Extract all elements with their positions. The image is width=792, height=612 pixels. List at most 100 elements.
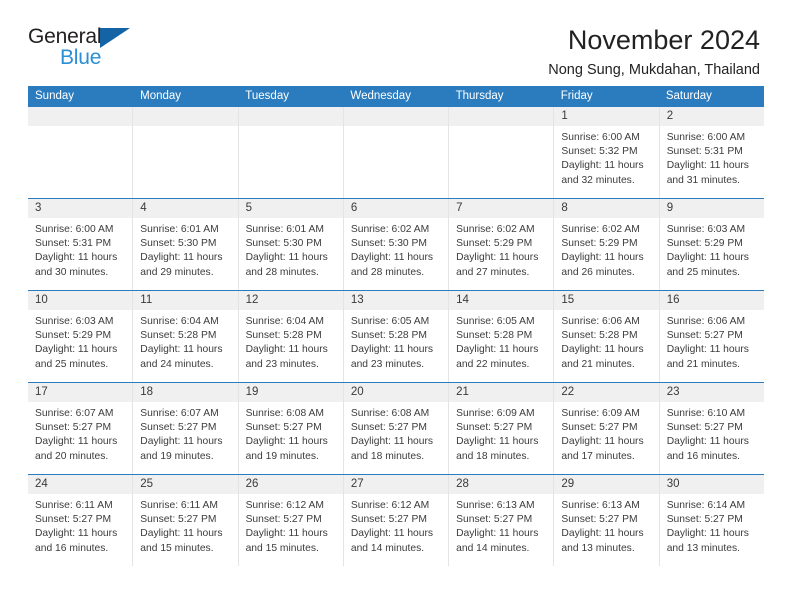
day-number: 1 (554, 107, 659, 126)
daylight-text: Daylight: 11 hours and 31 minutes. (666, 160, 749, 186)
calendar-day-cell[interactable]: 21 Sunrise: 6:09 AM Sunset: 5:27 PM Dayligh… (449, 383, 555, 474)
sunrise-text: Sunrise: 6:10 AM (666, 408, 746, 419)
calendar-day-cell[interactable]: 27 Sunrise: 6:12 AM Sunset: 5:27 PM Dayligh… (343, 475, 450, 566)
day-sun-info: Sunrise: 6:08 AM Sunset: 5:27 PM Daylight:… (239, 402, 343, 464)
calendar-day-cell[interactable]: 4 Sunrise: 6:01 AM Sunset: 5:30 PM Daylight… (133, 199, 239, 290)
calendar-day-cell[interactable]: 24 Sunrise: 6:11 AM Sunset: 5:27 PM Dayligh… (28, 475, 134, 566)
calendar-day-cell[interactable]: 19 Sunrise: 6:08 AM Sunset: 5:27 PM Dayligh… (238, 383, 344, 474)
day-number: 6 (343, 199, 449, 218)
sunrise-text: Sunrise: 6:05 AM (350, 316, 430, 327)
calendar-day-cell[interactable]: 30 Sunrise: 6:14 AM Sunset: 5:27 PM Dayligh… (659, 475, 764, 566)
day-sun-info: Sunrise: 6:02 AM Sunset: 5:30 PM Daylight:… (344, 218, 448, 280)
day-number (343, 107, 449, 126)
calendar-day-cell[interactable]: 11 Sunrise: 6:04 AM Sunset: 5:28 PM Dayligh… (133, 291, 239, 382)
calendar-day-cell[interactable]: 13 Sunrise: 6:05 AM Sunset: 5:28 PM Dayligh… (343, 291, 450, 382)
day-number: 24 (28, 475, 133, 494)
sunset-text: Sunset: 5:27 PM (456, 422, 533, 434)
calendar-day-cell[interactable]: 14 Sunrise: 6:05 AM Sunset: 5:28 PM Dayligh… (449, 291, 555, 382)
weekday-header-row: Sunday Monday Tuesday Wednesday Thursday Frid… (28, 86, 764, 107)
sunrise-text: Sunrise: 6:11 AM (35, 500, 113, 511)
sunrise-text: Sunrise: 6:03 AM (35, 316, 114, 327)
calendar-day-cell[interactable]: 12 Sunrise: 6:04 AM Sunset: 5:28 PM Dayligh… (238, 291, 344, 382)
logo-triangle-icon (100, 28, 130, 48)
calendar-day-cell-empty (133, 107, 239, 198)
calendar-day-cell[interactable]: 22 Sunrise: 6:09 AM Sunset: 5:27 PM Dayligh… (554, 383, 660, 474)
sunrise-text: Sunrise: 6:05 AM (456, 316, 535, 327)
sunrise-text: Sunrise: 6:08 AM (245, 408, 324, 419)
sunset-text: Sunset: 5:29 PM (456, 238, 533, 250)
calendar-week-row: 17 Sunrise: 6:07 AM Sunset: 5:27 PM Dayligh… (28, 382, 764, 474)
day-sun-info: Sunrise: 6:01 AM Sunset: 5:30 PM Daylight:… (133, 218, 237, 280)
sunrise-text: Sunrise: 6:13 AM (456, 500, 535, 511)
sunrise-text: Sunrise: 6:02 AM (456, 224, 535, 235)
calendar-day-cell[interactable]: 15 Sunrise: 6:06 AM Sunset: 5:28 PM Dayligh… (554, 291, 660, 382)
calendar-day-cell[interactable]: 18 Sunrise: 6:07 AM Sunset: 5:27 PM Dayligh… (133, 383, 239, 474)
calendar-day-cell[interactable]: 8 Sunrise: 6:02 AM Sunset: 5:29 PM Daylight… (554, 199, 660, 290)
sunrise-text: Sunrise: 6:14 AM (666, 500, 746, 511)
daylight-text: Daylight: 11 hours and 19 minutes. (140, 436, 223, 462)
calendar-day-cell[interactable]: 23 Sunrise: 6:10 AM Sunset: 5:27 PM Dayligh… (659, 383, 764, 474)
day-number: 23 (659, 383, 764, 402)
day-sun-info: Sunrise: 6:09 AM Sunset: 5:27 PM Daylight:… (554, 402, 658, 464)
sunset-text: Sunset: 5:27 PM (350, 514, 427, 526)
calendar-day-cell[interactable]: 3 Sunrise: 6:00 AM Sunset: 5:31 PM Daylight… (28, 199, 134, 290)
day-number: 4 (133, 199, 238, 218)
sunset-text: Sunset: 5:31 PM (35, 238, 112, 250)
daylight-text: Daylight: 11 hours and 16 minutes. (35, 528, 118, 554)
calendar-day-cell[interactable]: 6 Sunrise: 6:02 AM Sunset: 5:30 PM Daylight… (343, 199, 450, 290)
calendar-day-cell[interactable]: 7 Sunrise: 6:02 AM Sunset: 5:29 PM Daylight… (449, 199, 555, 290)
daylight-text: Daylight: 11 hours and 20 minutes. (35, 436, 118, 462)
day-number: 29 (554, 475, 659, 494)
calendar-week-row: 10 Sunrise: 6:03 AM Sunset: 5:29 PM Dayligh… (28, 290, 764, 382)
daylight-text: Daylight: 11 hours and 28 minutes. (350, 252, 434, 278)
calendar-day-cell[interactable]: 20 Sunrise: 6:08 AM Sunset: 5:27 PM Dayligh… (343, 383, 450, 474)
sunset-text: Sunset: 5:30 PM (140, 238, 217, 250)
sunset-text: Sunset: 5:27 PM (140, 422, 217, 434)
calendar-page: General Blue November 2024 Nong Sung, Mu… (0, 0, 792, 612)
calendar-day-cell[interactable]: 9 Sunrise: 6:03 AM Sunset: 5:29 PM Daylight… (659, 199, 764, 290)
sunrise-text: Sunrise: 6:06 AM (666, 316, 746, 327)
day-number: 26 (238, 475, 343, 494)
day-sun-info: Sunrise: 6:00 AM Sunset: 5:32 PM Daylight:… (554, 126, 658, 188)
sunset-text: Sunset: 5:27 PM (245, 422, 322, 434)
sunrise-text: Sunrise: 6:02 AM (561, 224, 640, 235)
general-blue-logo[interactable]: General Blue (28, 26, 140, 74)
daylight-text: Daylight: 11 hours and 21 minutes. (561, 344, 644, 370)
sunset-text: Sunset: 5:27 PM (561, 514, 638, 526)
day-number: 13 (343, 291, 449, 310)
calendar-day-cell[interactable]: 1 Sunrise: 6:00 AM Sunset: 5:32 PM Daylight… (554, 107, 660, 198)
daylight-text: Daylight: 11 hours and 27 minutes. (456, 252, 539, 278)
daylight-text: Daylight: 11 hours and 24 minutes. (140, 344, 223, 370)
weekday-header-thursday: Thursday (455, 90, 504, 102)
day-sun-info: Sunrise: 6:04 AM Sunset: 5:28 PM Daylight:… (133, 310, 237, 372)
calendar-day-cell[interactable]: 10 Sunrise: 6:03 AM Sunset: 5:29 PM Dayligh… (28, 291, 134, 382)
sunrise-text: Sunrise: 6:00 AM (35, 224, 114, 235)
day-number: 18 (133, 383, 238, 402)
calendar-day-cell[interactable]: 17 Sunrise: 6:07 AM Sunset: 5:27 PM Dayligh… (28, 383, 134, 474)
calendar-day-cell[interactable]: 16 Sunrise: 6:06 AM Sunset: 5:27 PM Dayligh… (659, 291, 764, 382)
sunrise-text: Sunrise: 6:01 AM (245, 224, 324, 235)
day-sun-info: Sunrise: 6:07 AM Sunset: 5:27 PM Daylight:… (133, 402, 237, 464)
daylight-text: Daylight: 11 hours and 22 minutes. (456, 344, 539, 370)
day-number: 16 (659, 291, 764, 310)
daylight-text: Daylight: 11 hours and 28 minutes. (245, 252, 328, 278)
sunrise-text: Sunrise: 6:06 AM (561, 316, 640, 327)
calendar-day-cell[interactable]: 5 Sunrise: 6:01 AM Sunset: 5:30 PM Daylight… (238, 199, 344, 290)
weekday-header-sunday: Sunday (35, 90, 75, 102)
sunset-text: Sunset: 5:28 PM (456, 330, 533, 342)
daylight-text: Daylight: 11 hours and 17 minutes. (561, 436, 644, 462)
day-number: 12 (238, 291, 343, 310)
page-subtitle: Nong Sung, Mukdahan, Thailand (548, 62, 760, 79)
sunrise-text: Sunrise: 6:11 AM (140, 500, 218, 511)
calendar-day-cell-empty (238, 107, 344, 198)
day-sun-info: Sunrise: 6:14 AM Sunset: 5:27 PM Daylight:… (660, 494, 764, 556)
day-sun-info: Sunrise: 6:11 AM Sunset: 5:27 PM Daylight:… (28, 494, 132, 556)
calendar-day-cell[interactable]: 29 Sunrise: 6:13 AM Sunset: 5:27 PM Dayligh… (554, 475, 660, 566)
calendar-day-cell[interactable]: 25 Sunrise: 6:11 AM Sunset: 5:27 PM Dayligh… (133, 475, 239, 566)
sunrise-text: Sunrise: 6:08 AM (350, 408, 430, 419)
calendar-day-cell[interactable]: 26 Sunrise: 6:12 AM Sunset: 5:27 PM Dayligh… (238, 475, 344, 566)
calendar-day-cell[interactable]: 2 Sunrise: 6:00 AM Sunset: 5:31 PM Daylight… (659, 107, 764, 198)
day-number: 28 (449, 475, 554, 494)
day-number (238, 107, 343, 126)
calendar-day-cell[interactable]: 28 Sunrise: 6:13 AM Sunset: 5:27 PM Dayligh… (449, 475, 555, 566)
